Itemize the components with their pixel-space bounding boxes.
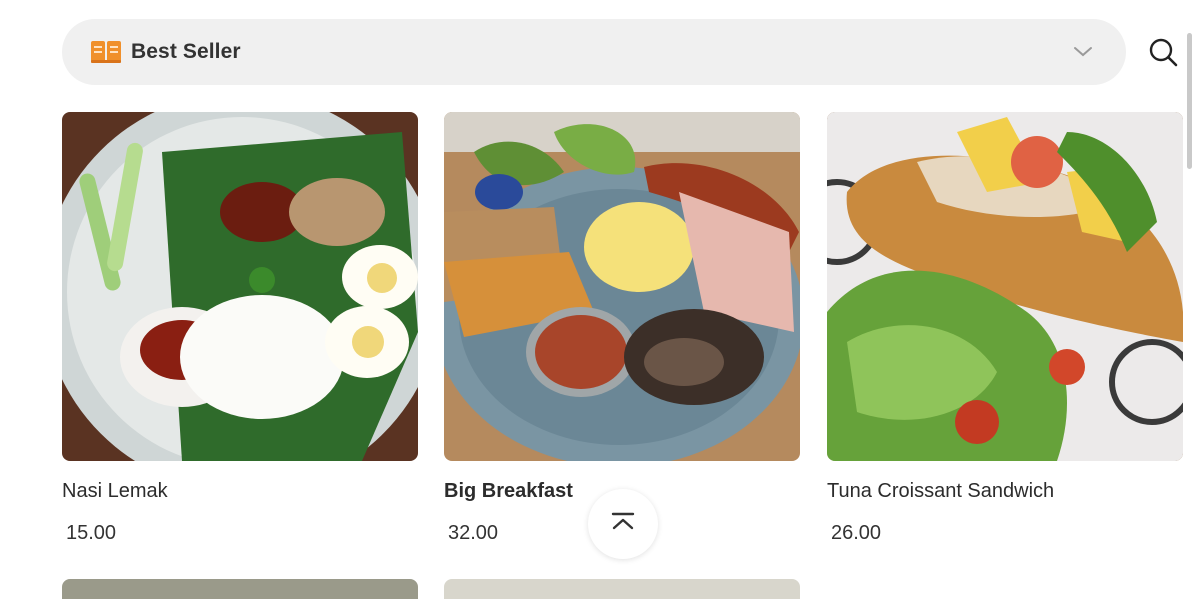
product-price: 15.00 bbox=[66, 522, 117, 544]
category-label: Best Seller bbox=[131, 40, 241, 63]
product-image[interactable] bbox=[444, 112, 800, 461]
scroll-to-top-button[interactable] bbox=[588, 489, 658, 559]
scrollbar[interactable] bbox=[1187, 33, 1192, 169]
product-name[interactable]: Tuna Croissant Sandwich bbox=[827, 480, 1054, 503]
product-name[interactable]: Big Breakfast bbox=[444, 480, 573, 503]
product-price: 26.00 bbox=[831, 522, 882, 544]
book-icon bbox=[90, 39, 122, 65]
search-button[interactable] bbox=[1146, 35, 1180, 69]
search-icon bbox=[1146, 38, 1180, 73]
category-selector[interactable]: Best Seller bbox=[62, 19, 1126, 85]
product-image[interactable] bbox=[444, 579, 800, 599]
product-price: 32.00 bbox=[448, 522, 499, 544]
product-card[interactable]: Big Breakfast 32.00 bbox=[444, 112, 800, 544]
product-name[interactable]: Nasi Lemak bbox=[62, 480, 168, 503]
product-image[interactable] bbox=[827, 112, 1183, 461]
product-card[interactable]: Tuna Croissant Sandwich 26.00 bbox=[827, 112, 1183, 544]
product-image[interactable] bbox=[62, 579, 418, 599]
product-card[interactable]: Nasi Lemak 15.00 bbox=[62, 112, 418, 544]
chevron-down-icon[interactable] bbox=[1072, 43, 1094, 59]
product-image[interactable] bbox=[62, 112, 418, 461]
